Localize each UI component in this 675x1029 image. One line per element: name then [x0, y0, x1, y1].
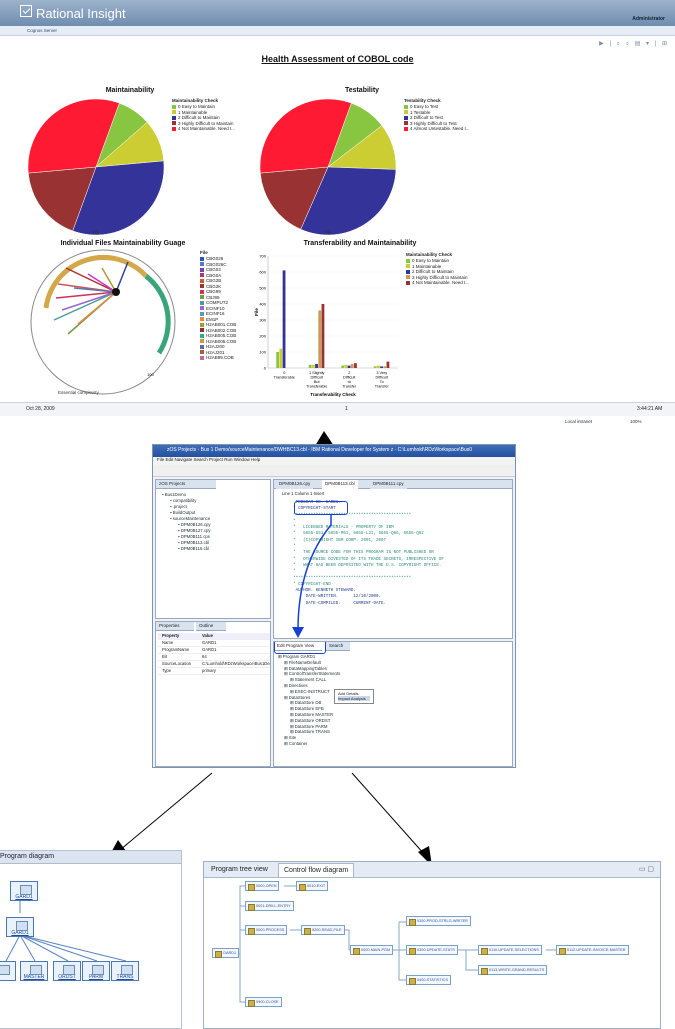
- flow-node[interactable]: 0300-PROD-STRLG-WRITER: [406, 916, 471, 926]
- program-diagram-edges: [5, 894, 127, 962]
- program-node-gard1-expanded[interactable]: GARD1: [6, 917, 34, 937]
- flow-node[interactable]: 0110-UPDATE-SELECTIONS: [478, 945, 542, 955]
- datastore-node[interactable]: [0, 961, 16, 981]
- flow-node[interactable]: 0000-PROCESS: [245, 925, 288, 935]
- program-diagram-panel: Program diagram GARD1 GARD1 MASTER ORDST…: [0, 850, 182, 1029]
- link-arrow: [292, 515, 332, 638]
- control-flow-panel: Program tree view Control flow diagram ▭…: [203, 861, 661, 1029]
- flow-node[interactable]: 0001-DRILL-ENTRY: [245, 901, 294, 911]
- flow-node[interactable]: 0113-WRITE-GRAND-RESULTS: [478, 965, 548, 975]
- flow-node[interactable]: 0000-OPEN: [245, 881, 280, 891]
- flow-node[interactable]: 0010-EXIT: [296, 881, 329, 891]
- flow-node[interactable]: 0112-UPDATE-INVOICE-MASTER: [556, 945, 629, 955]
- arrow-right-line: [351, 772, 426, 856]
- flow-node[interactable]: 0300-UPDATE-STATS: [406, 945, 458, 955]
- flow-node[interactable]: 0000-MAIN-PGM: [350, 945, 394, 955]
- datastore-node-trans[interactable]: TRANS: [111, 961, 139, 981]
- ide-window: zOS Projects - Bus 1 Demo/sourceMaintena…: [152, 444, 516, 768]
- datastore-node-parm[interactable]: PARM: [82, 961, 110, 981]
- flow-node-gard1[interactable]: GARD1: [212, 948, 240, 958]
- arrow-left-line: [119, 772, 213, 851]
- flow-node[interactable]: 0400-STATISTICS: [406, 975, 452, 985]
- datastore-node-master[interactable]: MASTER: [20, 961, 48, 981]
- program-node-gard1[interactable]: GARD1: [10, 881, 38, 901]
- flow-node[interactable]: 0200-READ-FILE: [301, 925, 345, 935]
- flow-node[interactable]: 0900-CLOSE: [245, 997, 282, 1007]
- datastore-node-ordst[interactable]: ORDST: [53, 961, 81, 981]
